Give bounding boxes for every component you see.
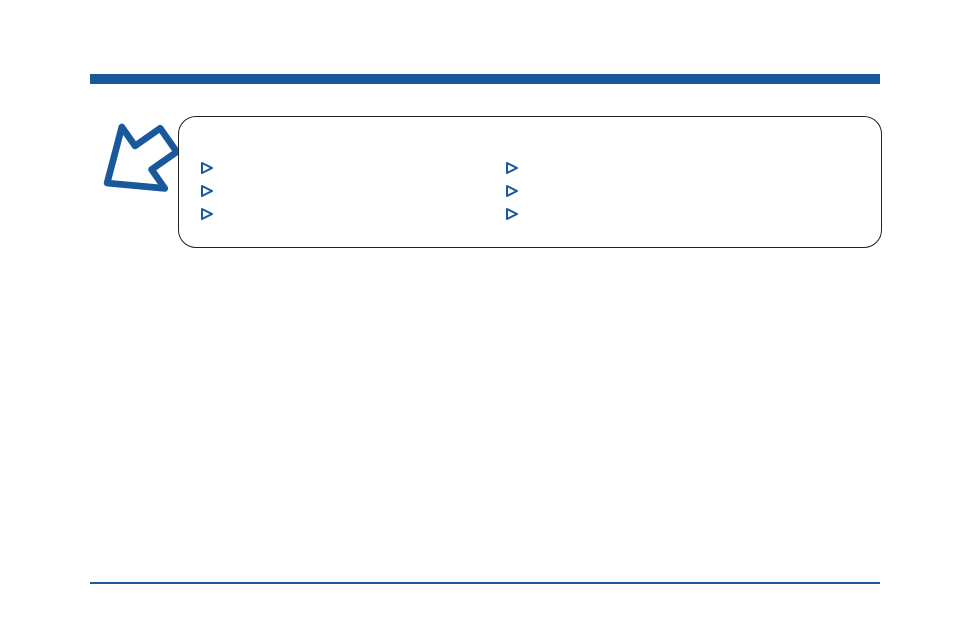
bullet-column-right <box>505 161 519 230</box>
callout-arrow-icon <box>88 116 184 212</box>
callout-panel <box>178 116 882 248</box>
bullet-icon <box>505 161 519 175</box>
bullet-icon <box>200 161 214 175</box>
footer-rule <box>90 582 880 584</box>
header-rule <box>90 74 880 84</box>
bullet-column-left <box>200 161 214 230</box>
bullet-icon <box>200 207 214 221</box>
bullet-icon <box>505 207 519 221</box>
bullet-icon <box>505 184 519 198</box>
bullet-icon <box>200 184 214 198</box>
